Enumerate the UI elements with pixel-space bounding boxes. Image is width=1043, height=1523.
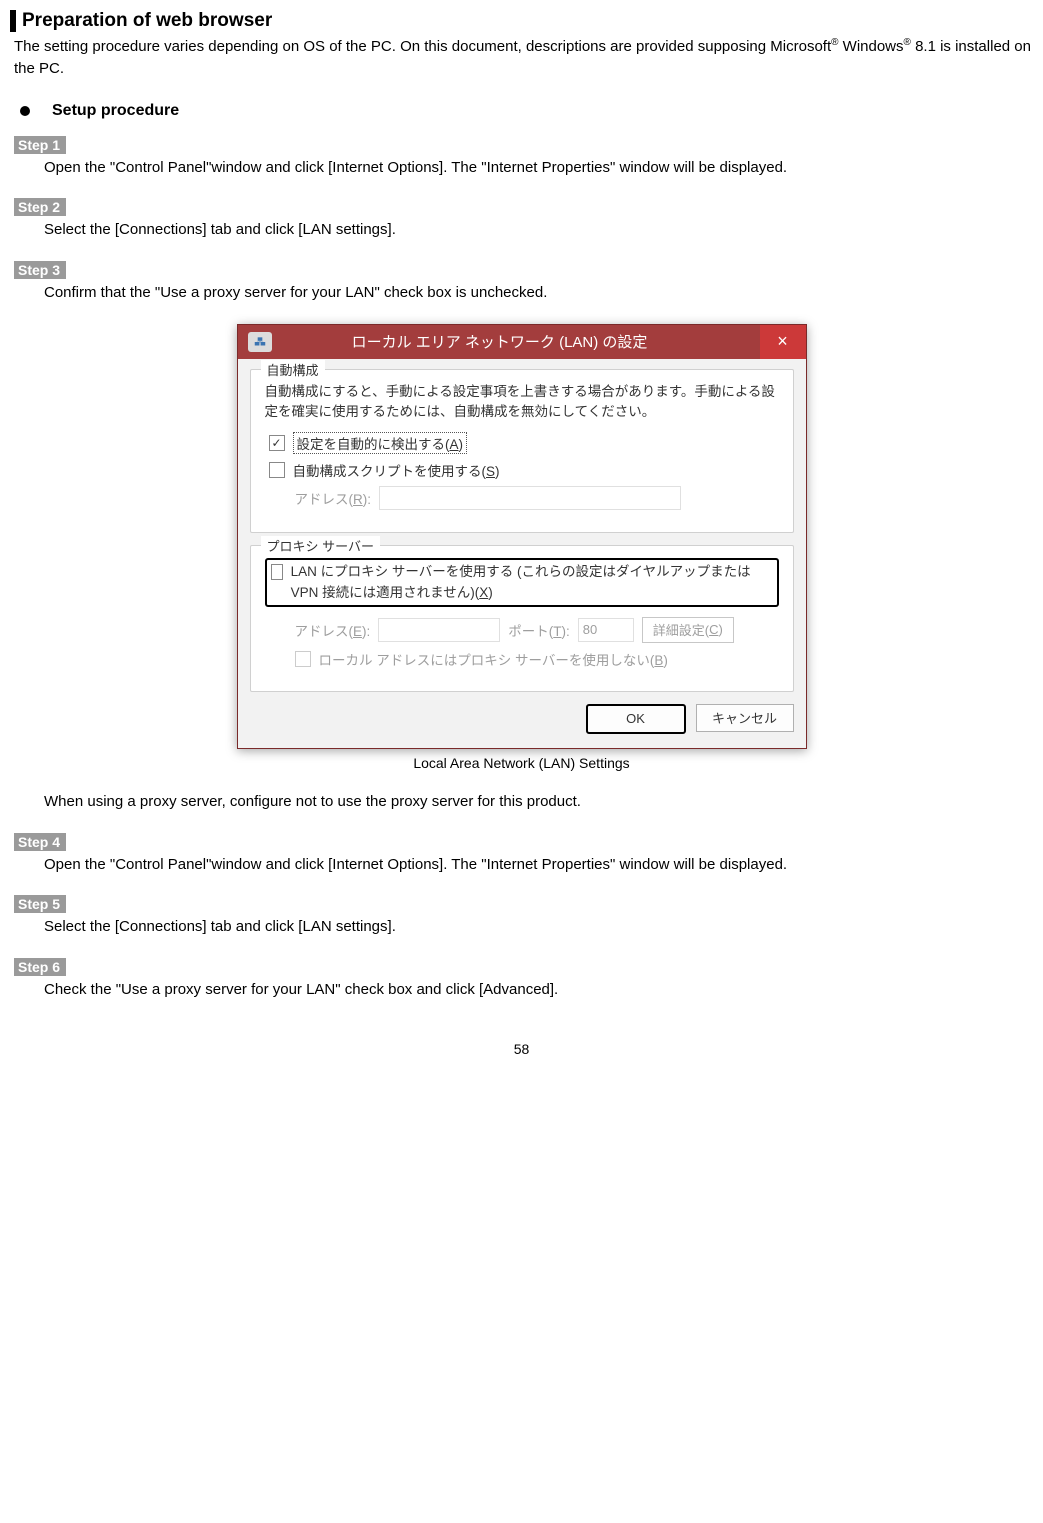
lan-settings-dialog: ローカル エリア ネットワーク (LAN) の設定 × 自動構成 自動構成にする… <box>237 324 807 749</box>
auto-script-checkbox[interactable] <box>269 462 285 478</box>
proxy-address-label: アドレス(E): <box>295 620 371 640</box>
intro-paragraph: The setting procedure varies depending o… <box>14 36 1033 80</box>
proxy-legend: プロキシ サーバー <box>261 536 380 555</box>
auto-detect-checkbox[interactable]: ✓ <box>269 435 285 451</box>
reg-2: ® <box>904 37 911 48</box>
step-6-body: Check the "Use a proxy server for your L… <box>44 979 1023 1001</box>
proxy-bypass-label: ローカル アドレスにはプロキシ サーバーを使用しない(B) <box>319 649 668 669</box>
ok-button[interactable]: OK <box>586 704 686 734</box>
page-number: 58 <box>10 1041 1033 1057</box>
cancel-button[interactable]: キャンセル <box>696 704 794 732</box>
step-3-body: Confirm that the "Use a proxy server for… <box>44 282 1023 304</box>
auto-config-legend: 自動構成 <box>261 360 325 379</box>
proxy-address-row: アドレス(E): ポート(T): 80 詳細設定(C) <box>265 617 779 643</box>
step-2-tag: Step 2 <box>14 198 66 216</box>
step-1-tag: Step 1 <box>14 136 66 154</box>
proxy-use-label: LAN にプロキシ サーバーを使用する (これらの設定はダイヤルアップまたは V… <box>291 562 773 603</box>
auto-script-label: 自動構成スクリプトを使用する(S) <box>293 460 500 480</box>
step-3-note: When using a proxy server, configure not… <box>44 791 1023 813</box>
close-icon: × <box>777 331 788 352</box>
auto-script-address-row: アドレス(R): <box>265 486 779 510</box>
auto-detect-label: 設定を自動的に検出する(A) <box>293 432 468 454</box>
dialog-title: ローカル エリア ネットワーク (LAN) の設定 <box>282 331 760 352</box>
proxy-port-input[interactable]: 80 <box>578 618 634 642</box>
setup-procedure-heading: Setup procedure <box>20 102 1033 120</box>
close-button[interactable]: × <box>760 325 806 359</box>
intro-a: The setting procedure varies depending o… <box>14 38 831 55</box>
proxy-use-highlight: LAN にプロキシ サーバーを使用する (これらの設定はダイヤルアップまたは V… <box>265 558 779 607</box>
proxy-port-label: ポート(T): <box>508 620 570 640</box>
screenshot-caption: Local Area Network (LAN) Settings <box>10 755 1033 771</box>
step-5-tag: Step 5 <box>14 895 66 913</box>
step-4-body: Open the "Control Panel"window and click… <box>44 854 1023 876</box>
bullet-icon <box>20 106 30 116</box>
section-heading: Preparation of web browser <box>10 10 1033 32</box>
auto-config-group: 自動構成 自動構成にすると、手動による設定事項を上書きする場合があります。手動に… <box>250 369 794 534</box>
setup-procedure-label: Setup procedure <box>52 102 179 120</box>
intro-b: Windows <box>839 38 904 55</box>
step-2-body: Select the [Connections] tab and click [… <box>44 219 1023 241</box>
reg-1: ® <box>831 37 838 48</box>
section-title: Preparation of web browser <box>22 10 272 32</box>
proxy-bypass-checkbox[interactable] <box>295 651 311 667</box>
proxy-address-input[interactable] <box>378 618 500 642</box>
auto-config-desc: 自動構成にすると、手動による設定事項を上書きする場合があります。手動による設定を… <box>265 382 779 423</box>
step-4-tag: Step 4 <box>14 833 66 851</box>
dialog-titlebar: ローカル エリア ネットワーク (LAN) の設定 × <box>238 325 806 359</box>
step-3-tag: Step 3 <box>14 261 66 279</box>
auto-script-address-label: アドレス(R): <box>295 488 372 508</box>
dialog-body: 自動構成 自動構成にすると、手動による設定事項を上書きする場合があります。手動に… <box>238 359 806 748</box>
auto-detect-row: ✓ 設定を自動的に検出する(A) <box>265 432 779 454</box>
dialog-actions: OK キャンセル <box>250 704 794 734</box>
auto-script-address-input[interactable] <box>379 486 681 510</box>
step-1-body: Open the "Control Panel"window and click… <box>44 157 1023 179</box>
heading-bar <box>10 10 16 32</box>
proxy-advanced-button[interactable]: 詳細設定(C) <box>642 617 734 643</box>
dialog-icon <box>248 332 272 352</box>
proxy-bypass-row: ローカル アドレスにはプロキシ サーバーを使用しない(B) <box>265 649 779 669</box>
proxy-use-checkbox[interactable] <box>271 564 283 580</box>
proxy-group: プロキシ サーバー LAN にプロキシ サーバーを使用する (これらの設定はダイ… <box>250 545 794 692</box>
lan-settings-screenshot: ローカル エリア ネットワーク (LAN) の設定 × 自動構成 自動構成にする… <box>10 324 1033 749</box>
step-6-tag: Step 6 <box>14 958 66 976</box>
step-5-body: Select the [Connections] tab and click [… <box>44 916 1023 938</box>
auto-script-row: 自動構成スクリプトを使用する(S) <box>265 460 779 480</box>
